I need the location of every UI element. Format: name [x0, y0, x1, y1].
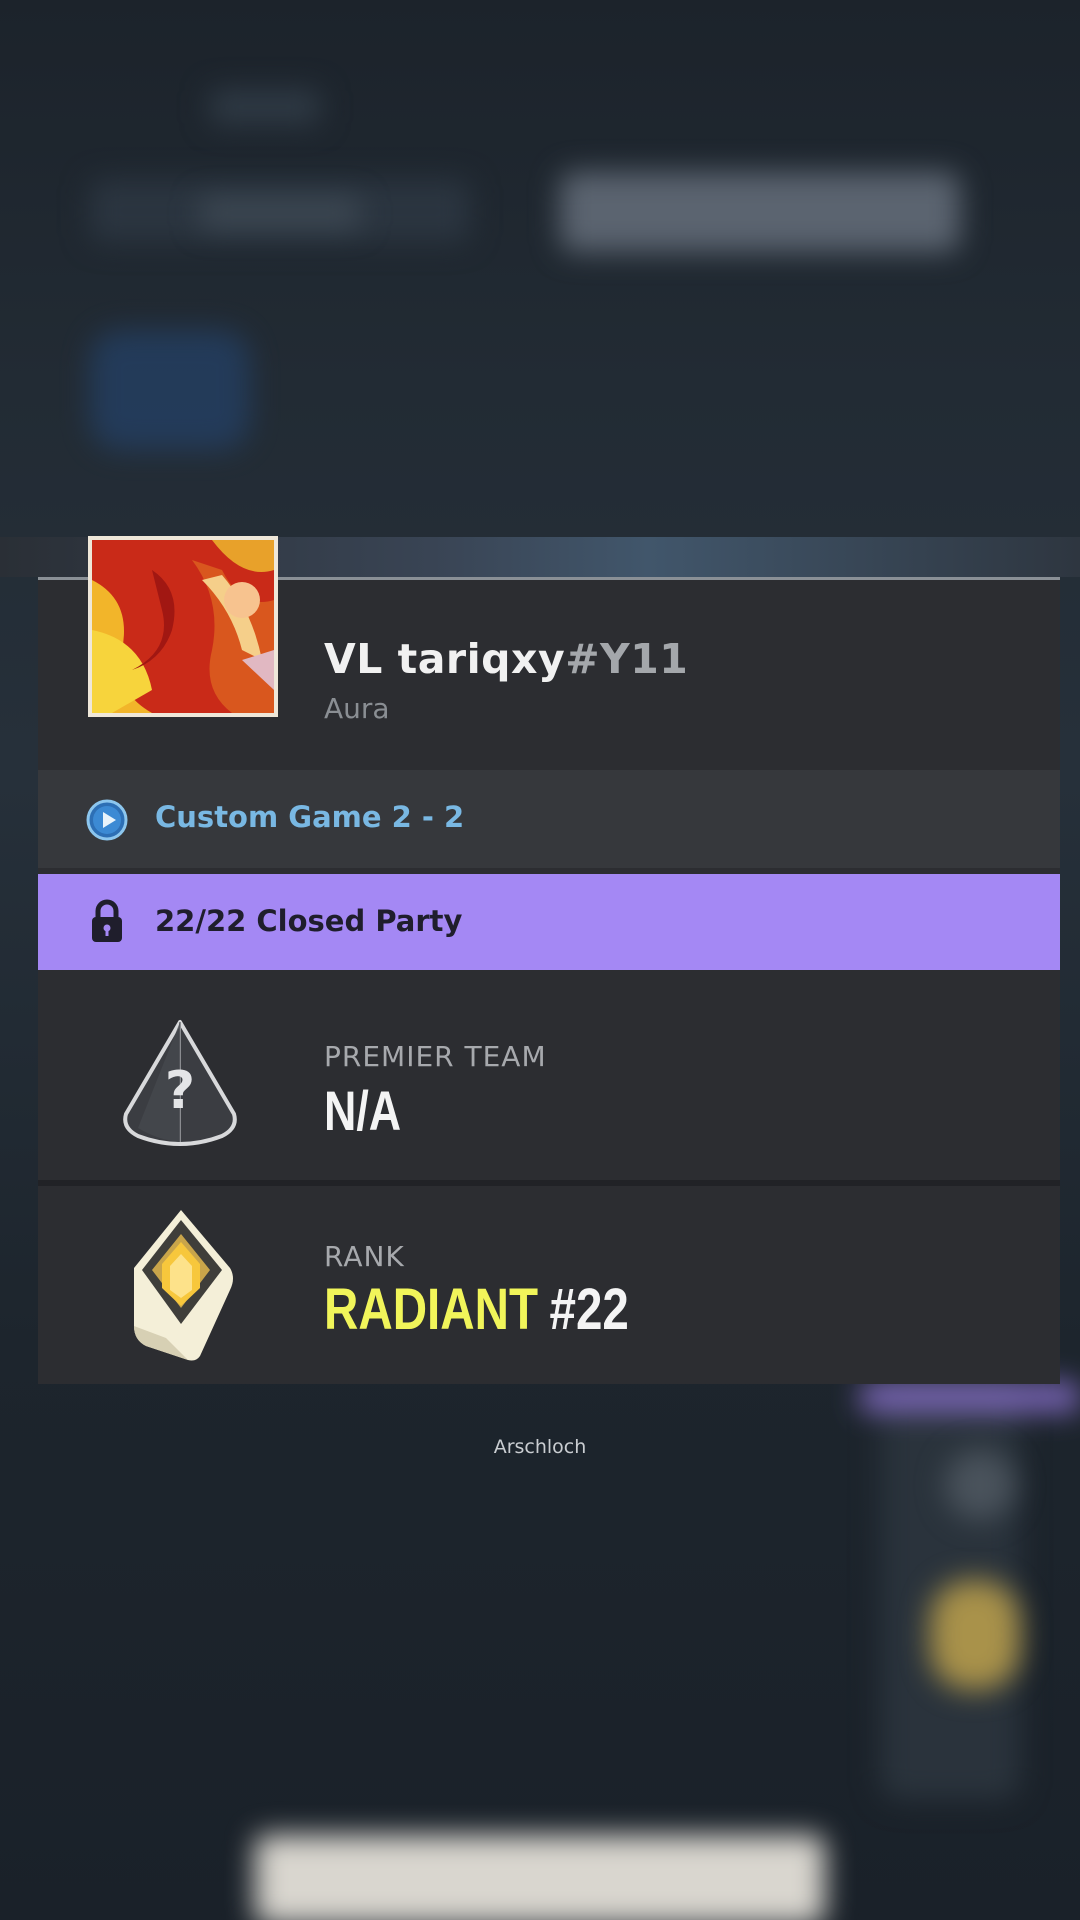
- party-status-row[interactable]: 22/22 Closed Party: [38, 874, 1060, 970]
- blurred-background-button: [560, 172, 960, 252]
- rank-tier: RADIANT: [324, 1277, 539, 1342]
- party-status-text: 22/22 Closed Party: [155, 904, 463, 938]
- rank-row: RANK RADIANT #22: [38, 1186, 1060, 1384]
- blurred-background-rank-icon: [930, 1580, 1020, 1690]
- premier-unknown-icon: ?: [123, 1020, 237, 1146]
- player-title: Aura: [324, 692, 390, 725]
- blurred-background-bottom-bar: [255, 1835, 825, 1920]
- player-tag: #Y11: [565, 635, 689, 683]
- radiant-rank-icon: [134, 1210, 233, 1361]
- player-name-text: VL tariqxy: [324, 635, 566, 683]
- rank-label: RANK: [324, 1240, 405, 1273]
- rank-value: RADIANT #22: [324, 1276, 629, 1343]
- rank-position: #22: [549, 1277, 629, 1342]
- premier-team-label: PREMIER TEAM: [324, 1040, 547, 1073]
- blurred-background-pill-text: [200, 198, 360, 228]
- lock-icon: [92, 899, 122, 942]
- game-status-row[interactable]: Custom Game 2 - 2: [38, 770, 1060, 868]
- blurred-background-text: [210, 90, 320, 124]
- player-name: VL tariqxy#Y11: [324, 635, 688, 683]
- premier-team-value: N/A: [324, 1079, 402, 1142]
- player-details: VL tariqxy#Y11 Aura Custom Game 2 - 2 22…: [38, 536, 1060, 1384]
- premier-team-row: ? PREMIER TEAM N/A: [38, 980, 1060, 1180]
- svg-text:?: ?: [165, 1061, 195, 1121]
- screen: VL tariqxy#Y11 Aura Custom Game 2 - 2 22…: [0, 0, 1080, 1920]
- blurred-background-accent: [90, 330, 250, 450]
- blurred-background-dot: [945, 1450, 1015, 1520]
- phoenix-card-icon[interactable]: [88, 536, 278, 717]
- game-status-text: Custom Game 2 - 2: [155, 800, 465, 834]
- blurred-background-strip: [860, 1382, 1080, 1412]
- video-caption: Arschloch: [493, 1436, 587, 1458]
- play-circle-icon: [86, 799, 128, 841]
